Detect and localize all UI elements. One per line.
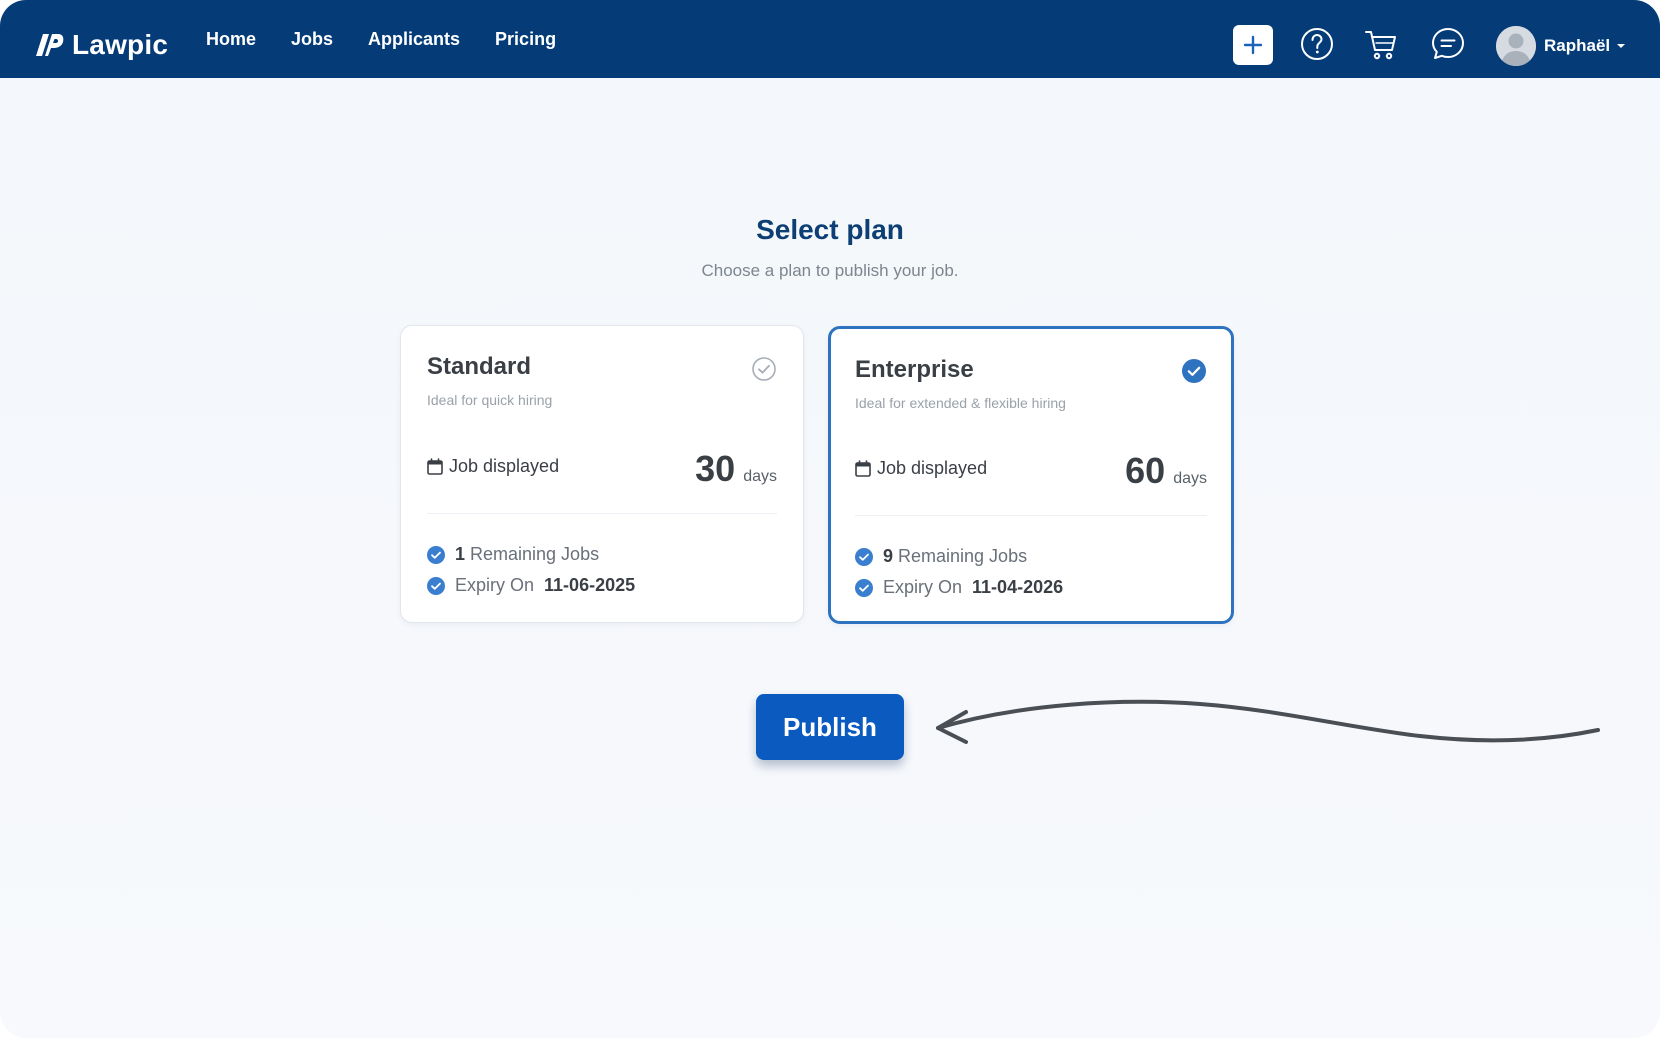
expiry-row: Expiry On 11-06-2025 — [427, 575, 635, 596]
expiry-date: 11-04-2026 — [972, 577, 1064, 597]
nav-jobs[interactable]: Jobs — [291, 29, 333, 50]
plan-card-standard[interactable]: Standard Ideal for quick hiring Job disp… — [400, 325, 804, 623]
expiry-label: Expiry On — [455, 575, 535, 595]
job-displayed-row: Job displayed — [855, 458, 987, 479]
days-unit: days — [743, 468, 777, 485]
brand-logo[interactable]: Lawpic — [30, 29, 168, 61]
nav-home[interactable]: Home — [206, 29, 256, 50]
check-circle-icon — [855, 578, 873, 597]
expiry-row: Expiry On 11-04-2026 — [855, 577, 1063, 598]
plan-name: Standard — [427, 353, 532, 380]
check-circle-icon — [427, 545, 445, 564]
days-number: 60 — [1125, 450, 1166, 491]
page-subtitle: Choose a plan to publish your job. — [701, 261, 959, 280]
calendar-icon — [427, 458, 443, 475]
plus-icon — [1243, 35, 1263, 55]
chevron-down-icon — [1617, 44, 1626, 48]
remaining-jobs: 9 Remaining Jobs — [855, 546, 1027, 567]
user-name: Raphaël — [1544, 36, 1611, 55]
plan-description: Ideal for extended & flexible hiring — [855, 395, 1066, 411]
page: Lawpic Home Jobs Applicants Pricing Raph… — [0, 0, 1660, 1038]
top-navbar: Lawpic Home Jobs Applicants Pricing Raph… — [0, 0, 1660, 78]
job-displayed-label: Job displayed — [877, 458, 988, 478]
user-silhouette-icon — [1496, 26, 1536, 66]
lawpic-logo-icon — [36, 34, 64, 56]
remaining-count: 9 — [883, 546, 894, 566]
days-unit: days — [1173, 470, 1207, 487]
add-button[interactable] — [1233, 25, 1273, 65]
help-icon[interactable] — [1299, 26, 1335, 62]
calendar-icon — [855, 460, 871, 477]
plan-description: Ideal for quick hiring — [427, 392, 553, 408]
unselected-check-icon[interactable] — [751, 356, 777, 382]
selected-check-icon[interactable] — [1181, 358, 1207, 384]
nav-applicants[interactable]: Applicants — [368, 29, 460, 50]
plan-name: Enterprise — [855, 356, 974, 383]
main-nav: Home Jobs Applicants Pricing — [206, 0, 591, 78]
remaining-count: 1 — [455, 544, 466, 564]
job-displayed-row: Job displayed — [427, 456, 559, 477]
chat-icon[interactable] — [1430, 26, 1466, 62]
divider — [427, 513, 777, 514]
plan-card-enterprise[interactable]: Enterprise Ideal for extended & flexible… — [828, 326, 1234, 624]
expiry-label: Expiry On — [883, 577, 963, 597]
days-value: 60 days — [1125, 450, 1207, 492]
avatar — [1496, 26, 1536, 66]
days-number: 30 — [695, 448, 736, 489]
remaining-label: Remaining Jobs — [470, 544, 600, 564]
page-title: Select plan — [756, 214, 904, 245]
check-circle-icon — [427, 576, 445, 595]
publish-button[interactable]: Publish — [756, 694, 904, 760]
user-menu[interactable]: Raphaël — [1496, 26, 1626, 66]
arrow-annotation-icon — [936, 699, 1600, 744]
brand-name: Lawpic — [72, 29, 169, 60]
remaining-jobs: 1 Remaining Jobs — [427, 544, 599, 565]
job-displayed-label: Job displayed — [449, 456, 560, 476]
divider — [855, 515, 1207, 516]
days-value: 30 days — [695, 448, 777, 490]
expiry-date: 11-06-2025 — [544, 575, 636, 595]
nav-pricing[interactable]: Pricing — [495, 29, 556, 50]
remaining-label: Remaining Jobs — [898, 546, 1028, 566]
check-circle-icon — [855, 547, 873, 566]
cart-icon[interactable] — [1363, 26, 1399, 62]
